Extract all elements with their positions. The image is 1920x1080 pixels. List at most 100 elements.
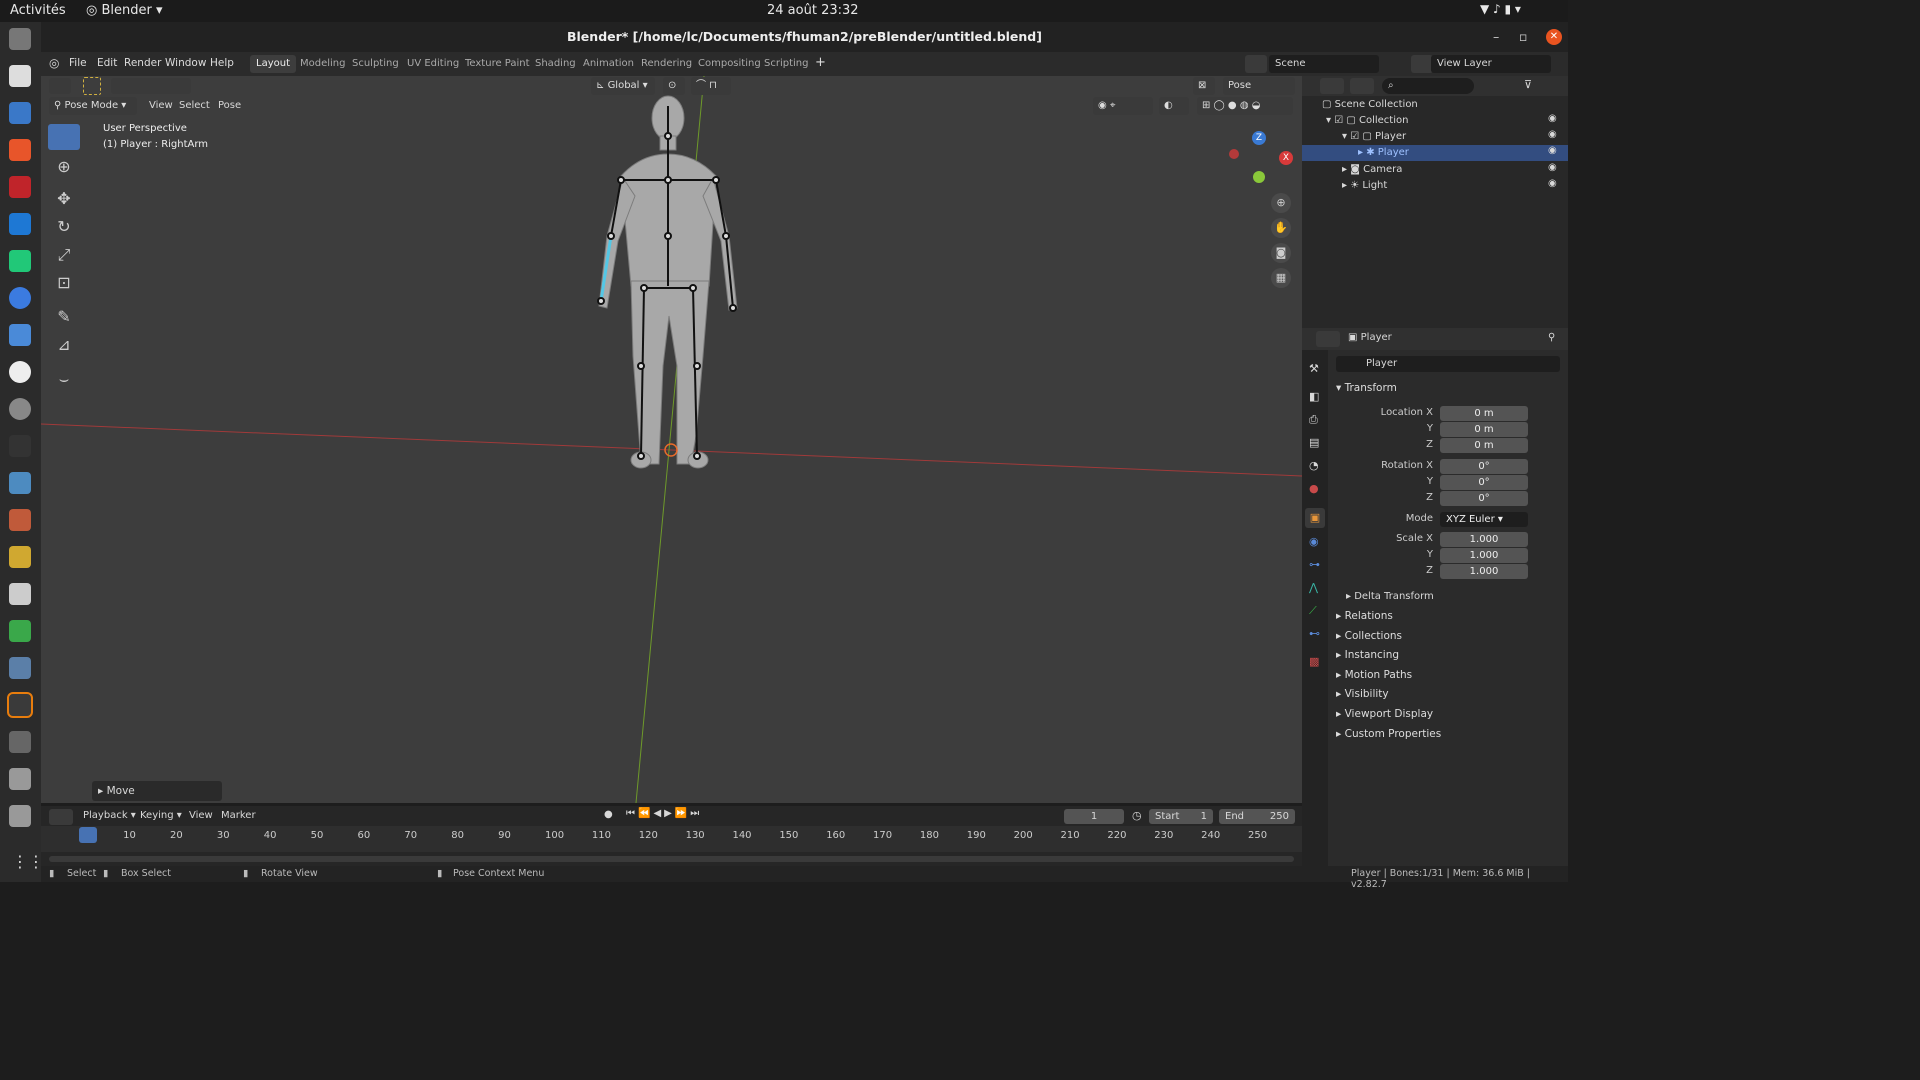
modifiers-tab-icon[interactable]: ◉	[1309, 535, 1319, 548]
constraints-tab-icon[interactable]: ⊶	[1309, 558, 1320, 571]
home-icon[interactable]	[9, 28, 31, 50]
gizmo-y-icon[interactable]	[1253, 171, 1265, 183]
tab-modeling[interactable]: Modeling	[294, 55, 352, 73]
tab-compositing[interactable]: Compositing	[692, 55, 767, 73]
viewport-display-panel[interactable]: ▸ Viewport Display	[1336, 708, 1433, 720]
view-layer-tab-icon[interactable]: ▤	[1309, 436, 1319, 449]
output-tab-icon[interactable]: ⎙	[1309, 413, 1318, 427]
rotation-y-field[interactable]: 0°	[1440, 475, 1528, 490]
minimize-icon[interactable]: –	[1493, 22, 1499, 52]
office-icon[interactable]	[9, 361, 31, 383]
scene-tab-icon[interactable]: ◔	[1309, 459, 1319, 472]
activities-button[interactable]: Activités	[10, 3, 66, 18]
overlay-icon[interactable]: ◐	[1159, 97, 1189, 115]
menu-help[interactable]: Help	[210, 57, 234, 69]
eye-icon[interactable]: ◉	[1548, 145, 1557, 156]
scene-icon[interactable]	[1245, 55, 1267, 73]
tab-rendering[interactable]: Rendering	[635, 55, 698, 73]
viewport-menu-pose[interactable]: Pose	[218, 100, 241, 111]
search-icon[interactable]	[9, 731, 31, 753]
outliner-row-selected[interactable]: ▸ ✱ Player	[1302, 145, 1568, 161]
delta-transform-panel[interactable]: ▸ Delta Transform	[1346, 591, 1434, 602]
outliner-type-icon[interactable]	[1320, 78, 1344, 94]
menu-edit[interactable]: Edit	[97, 57, 117, 69]
properties-type-icon[interactable]	[1316, 331, 1340, 347]
motion-paths-panel[interactable]: ▸ Motion Paths	[1336, 669, 1412, 681]
settings-icon[interactable]	[9, 583, 31, 605]
blender-dock-icon[interactable]	[7, 692, 33, 718]
drive-icon[interactable]	[9, 768, 31, 790]
terminal-icon[interactable]	[9, 657, 31, 679]
media-icon[interactable]	[9, 176, 31, 198]
cursor-tool-icon[interactable]: ⊕	[48, 154, 80, 180]
gizmo-toggle-icon[interactable]: ⊠	[1193, 77, 1215, 95]
3d-viewport[interactable]: ⊾ Global ▾ ⊙ ⌒ ⊓ ⊠ Pose Options ▾ ⚲ Pose…	[41, 76, 1302, 803]
chat-icon[interactable]	[9, 398, 31, 420]
app-c-icon[interactable]	[9, 472, 31, 494]
shading-mode-icons[interactable]: ⊞ ◯ ● ◍ ◒	[1197, 97, 1293, 115]
bone-constraint-tab-icon[interactable]: ⊷	[1309, 627, 1320, 640]
viewport-menu-view[interactable]: View	[149, 100, 173, 111]
object-name-field[interactable]: Player	[1336, 356, 1560, 372]
timeline-menu-playback[interactable]: Playback ▾	[83, 810, 136, 821]
vscode-icon[interactable]	[9, 213, 31, 235]
outliner-row[interactable]: ▸ ◙ Camera	[1342, 162, 1402, 178]
close-icon[interactable]: ✕	[1546, 29, 1562, 45]
viewport-canvas[interactable]	[41, 76, 1302, 803]
relations-panel[interactable]: ▸ Relations	[1336, 610, 1393, 622]
object-tab-icon[interactable]: ▣	[1305, 508, 1325, 528]
maximize-icon[interactable]: ▫	[1519, 22, 1527, 52]
render-tab-icon[interactable]: ◧	[1309, 390, 1319, 403]
scale-x-field[interactable]: 1.000	[1440, 532, 1528, 547]
pin-icon[interactable]: ⚲	[1548, 332, 1555, 343]
current-frame-field[interactable]: 1	[1064, 809, 1124, 824]
viewport-menu-select[interactable]: Select	[179, 100, 210, 111]
tab-uv-editing[interactable]: UV Editing	[401, 55, 465, 73]
menu-file[interactable]: File	[69, 57, 87, 69]
snap-icon[interactable]: ⌒ ⊓	[691, 77, 731, 95]
playback-controls-icons[interactable]: ⏮⏪◀▶⏩⏭	[626, 808, 702, 819]
pivot-icon[interactable]: ⊙	[663, 77, 685, 95]
custom-properties-panel[interactable]: ▸ Custom Properties	[1336, 728, 1441, 740]
writer-icon[interactable]	[9, 102, 31, 124]
gizmo-x-icon[interactable]: X	[1279, 151, 1293, 165]
menu-render[interactable]: Render	[124, 57, 161, 69]
transform-tool-icon[interactable]: ⊡	[48, 270, 80, 296]
start-frame-field[interactable]: Start 1	[1149, 809, 1213, 824]
transform-panel-header[interactable]: ▾ Transform	[1336, 382, 1397, 394]
eye-icon[interactable]: ◉	[1548, 162, 1557, 173]
tab-shading[interactable]: Shading	[529, 55, 582, 73]
end-frame-field[interactable]: End 250	[1219, 809, 1295, 824]
move-tool-icon[interactable]: ✥	[48, 186, 80, 212]
pan-hand-icon[interactable]: ✋	[1271, 218, 1291, 238]
bone-tab-icon[interactable]: ⟋	[1309, 604, 1317, 618]
eye-icon[interactable]: ◉	[1548, 113, 1557, 124]
world-tab-icon[interactable]: ●	[1309, 482, 1319, 495]
timeline-scrollbar[interactable]	[49, 856, 1294, 862]
software-icon[interactable]	[9, 139, 31, 161]
timeline-menu-marker[interactable]: Marker	[221, 810, 256, 821]
tab-texture-paint[interactable]: Texture Paint	[459, 55, 536, 73]
collections-panel[interactable]: ▸ Collections	[1336, 630, 1402, 642]
data-tab-icon[interactable]: ⋀	[1309, 581, 1318, 594]
zoom-icon[interactable]: ⊕	[1271, 193, 1291, 213]
clock-icon[interactable]: ◷	[1132, 809, 1142, 822]
last-operator-panel[interactable]: ▸ Move	[92, 781, 222, 801]
calc-icon[interactable]	[9, 620, 31, 642]
camera-view-icon[interactable]: ◙	[1271, 243, 1291, 263]
scale-tool-icon[interactable]: ⤢	[48, 242, 80, 268]
view-layer-field[interactable]: View Layer	[1431, 55, 1551, 73]
timeline-type-icon[interactable]	[49, 809, 73, 825]
rotate-tool-icon[interactable]: ↻	[48, 214, 80, 240]
menu-window[interactable]: Window	[165, 57, 206, 69]
editor-type-icon[interactable]	[49, 78, 71, 94]
editor-icon[interactable]	[9, 324, 31, 346]
mode-dropdown[interactable]: ⚲ Pose Mode ▾	[49, 97, 137, 115]
select-tool-icon[interactable]	[83, 77, 101, 95]
location-z-field[interactable]: 0 m	[1440, 438, 1528, 453]
chrome-icon[interactable]	[9, 287, 31, 309]
transform-orientation-dropdown[interactable]: ⊾ Global ▾	[591, 77, 655, 95]
tweak-tool-icon[interactable]	[48, 124, 80, 150]
display-mode-icon[interactable]	[1350, 78, 1374, 94]
record-icon[interactable]: ●	[604, 809, 613, 820]
